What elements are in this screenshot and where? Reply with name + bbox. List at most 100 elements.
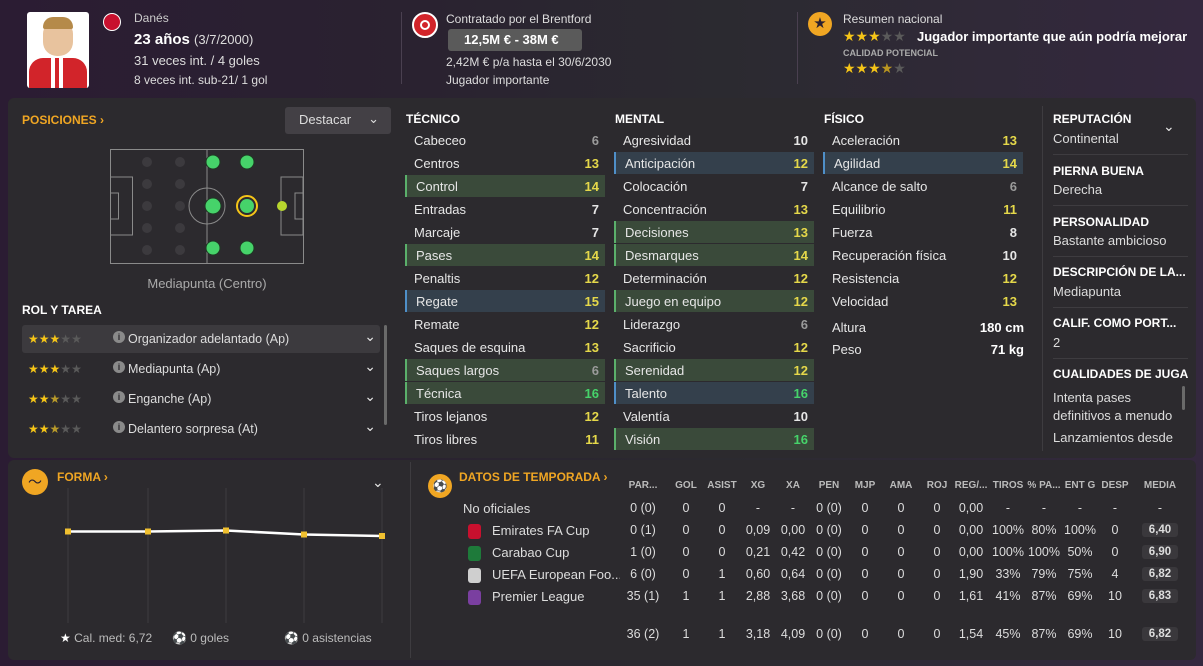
attribute-row[interactable]: Entradas 7 bbox=[405, 198, 605, 220]
reputation-value: Continental bbox=[1053, 131, 1119, 146]
attribute-value: 14 bbox=[1002, 155, 1017, 171]
star-icon: ★ bbox=[60, 631, 71, 645]
form-link[interactable]: FORMA › bbox=[57, 470, 108, 484]
attribute-row[interactable]: Saques de esquina 13 bbox=[405, 336, 605, 358]
roles-scrollbar[interactable] bbox=[384, 325, 387, 425]
attribute-row[interactable]: Penaltis 12 bbox=[405, 267, 605, 289]
info-icon[interactable]: i bbox=[113, 331, 125, 343]
attribute-row[interactable]: Aceleración 13 bbox=[823, 129, 1023, 151]
height-label: Altura bbox=[832, 320, 866, 335]
value-badge: 12,5M € - 38M € bbox=[448, 29, 582, 51]
attribute-row[interactable]: Centros 13 bbox=[405, 152, 605, 174]
column-header[interactable]: MEDIA bbox=[1134, 480, 1186, 491]
attribute-row[interactable]: Sacrificio 12 bbox=[614, 336, 814, 358]
foot-value: Derecha bbox=[1053, 182, 1103, 197]
attribute-value: 11 bbox=[585, 431, 599, 447]
chevron-down-icon[interactable]: ⌄ bbox=[1163, 118, 1175, 135]
attribute-row[interactable]: Regate 15 bbox=[405, 290, 605, 312]
competition-name[interactable]: Carabao Cup bbox=[492, 545, 620, 560]
attribute-row[interactable]: Fuerza 8 bbox=[823, 221, 1023, 243]
attribute-row[interactable]: Liderazgo 6 bbox=[614, 313, 814, 335]
attribute-row[interactable]: Alcance de salto 6 bbox=[823, 175, 1023, 197]
role-row[interactable]: ★★★★★ i Delantero sorpresa (At) ⌄ bbox=[22, 415, 380, 443]
attribute-name: Colocación bbox=[623, 178, 688, 194]
attribute-name: Resistencia bbox=[832, 270, 900, 286]
attribute-row[interactable]: Marcaje 7 bbox=[405, 221, 605, 243]
attribute-name: Tiros lejanos bbox=[414, 408, 488, 424]
role-row[interactable]: ★★★★★ i Enganche (Ap) ⌄ bbox=[22, 385, 380, 413]
attribute-value: 13 bbox=[793, 224, 808, 240]
role-stars: ★★★★★ bbox=[28, 362, 82, 376]
attribute-row[interactable]: Determinación 12 bbox=[614, 267, 814, 289]
player-photo bbox=[27, 12, 89, 88]
attribute-name: Equilibrio bbox=[832, 201, 886, 217]
total-cell: 10 bbox=[1108, 627, 1122, 641]
attribute-row[interactable]: Saques largos 6 bbox=[405, 359, 605, 381]
attribute-name: Saques de esquina bbox=[414, 339, 526, 355]
attribute-row[interactable]: Agilidad 14 bbox=[823, 152, 1023, 174]
attribute-row[interactable]: Desmarques 14 bbox=[614, 244, 814, 266]
attribute-value: 10 bbox=[793, 132, 808, 148]
assist-icon: ⚽ bbox=[284, 631, 299, 645]
attribute-name: Control bbox=[416, 178, 458, 194]
chevron-down-icon[interactable]: ⌄ bbox=[364, 388, 376, 405]
attribute-name: Centros bbox=[414, 155, 460, 171]
attribute-row[interactable]: Decisiones 13 bbox=[614, 221, 814, 243]
role-row[interactable]: ★★★★★ i Mediapunta (Ap) ⌄ bbox=[22, 355, 380, 383]
stat-cell: 6,40 bbox=[1142, 523, 1178, 537]
attribute-row[interactable]: Remate 12 bbox=[405, 313, 605, 335]
attribute-row[interactable]: Velocidad 13 bbox=[823, 290, 1023, 312]
info-icon[interactable]: i bbox=[113, 421, 125, 433]
competition-name[interactable]: Premier League bbox=[492, 589, 620, 604]
attribute-row[interactable]: Resistencia 12 bbox=[823, 267, 1023, 289]
attribute-row[interactable]: Agresividad 10 bbox=[614, 129, 814, 151]
attribute-value: 7 bbox=[591, 224, 599, 240]
attribute-row[interactable]: Técnica 16 bbox=[405, 382, 605, 404]
season-stats-link[interactable]: DATOS DE TEMPORADA › bbox=[459, 470, 607, 484]
attribute-row[interactable]: Anticipación 12 bbox=[614, 152, 814, 174]
attribute-name: Marcaje bbox=[414, 224, 461, 240]
attribute-value: 6 bbox=[591, 362, 599, 378]
attribute-row[interactable]: Valentía 10 bbox=[614, 405, 814, 427]
caps: 31 veces int. / 4 goles bbox=[134, 53, 260, 68]
denmark-flag-icon bbox=[103, 13, 121, 31]
stat-cell: 0 bbox=[1111, 545, 1119, 559]
chevron-down-icon[interactable]: ⌄ bbox=[364, 418, 376, 435]
attribute-row[interactable]: Pases 14 bbox=[405, 244, 605, 266]
attribute-name: Tiros libres bbox=[414, 431, 478, 447]
fa-cup-icon bbox=[468, 524, 481, 539]
player-header: Danés 23 años (3/7/2000) 31 veces int. /… bbox=[0, 0, 1203, 95]
info-icon[interactable]: i bbox=[113, 391, 125, 403]
potential-stars: ★★★★★ bbox=[843, 60, 906, 76]
attribute-row[interactable]: Recuperación física 10 bbox=[823, 244, 1023, 266]
competition-name[interactable]: No oficiales bbox=[463, 501, 613, 516]
attribute-row[interactable]: Tiros lejanos 12 bbox=[405, 405, 605, 427]
brentford-badge-icon[interactable] bbox=[412, 12, 438, 38]
attribute-row[interactable]: Talento 16 bbox=[614, 382, 814, 404]
attribute-row[interactable]: Equilibrio 11 bbox=[823, 198, 1023, 220]
attribute-row[interactable]: Serenidad 12 bbox=[614, 359, 814, 381]
attribute-row[interactable]: Concentración 13 bbox=[614, 198, 814, 220]
physical-title: FÍSICO bbox=[824, 112, 865, 126]
attribute-row[interactable]: Tiros libres 11 bbox=[405, 428, 605, 450]
traits-scrollbar[interactable] bbox=[1182, 386, 1185, 410]
position-dots bbox=[204, 154, 287, 256]
attribute-row[interactable]: Colocación 7 bbox=[614, 175, 814, 197]
nationality: Danés bbox=[134, 11, 169, 25]
attribute-row[interactable]: Juego en equipo 12 bbox=[614, 290, 814, 312]
attribute-value: 11 bbox=[1003, 201, 1017, 217]
attribute-value: 14 bbox=[584, 178, 599, 194]
positions-link[interactable]: POSICIONES › bbox=[22, 113, 104, 127]
highlight-dropdown[interactable]: Destacar ⌄ bbox=[285, 107, 391, 134]
role-row[interactable]: ★★★★★ i Organizador adelantado (Ap) ⌄ bbox=[22, 325, 380, 353]
info-icon[interactable]: i bbox=[113, 361, 125, 373]
attribute-row[interactable]: Cabeceo 6 bbox=[405, 129, 605, 151]
attribute-row[interactable]: Visión 16 bbox=[614, 428, 814, 450]
attribute-value: 13 bbox=[584, 339, 599, 355]
chevron-down-icon[interactable]: ⌄ bbox=[364, 358, 376, 375]
chevron-down-icon[interactable]: ⌄ bbox=[364, 328, 376, 345]
competition-name[interactable]: UEFA European Foo... bbox=[492, 567, 620, 582]
competition-name[interactable]: Emirates FA Cup bbox=[492, 523, 620, 538]
attribute-value: 6 bbox=[1009, 178, 1017, 194]
attribute-row[interactable]: Control 14 bbox=[405, 175, 605, 197]
